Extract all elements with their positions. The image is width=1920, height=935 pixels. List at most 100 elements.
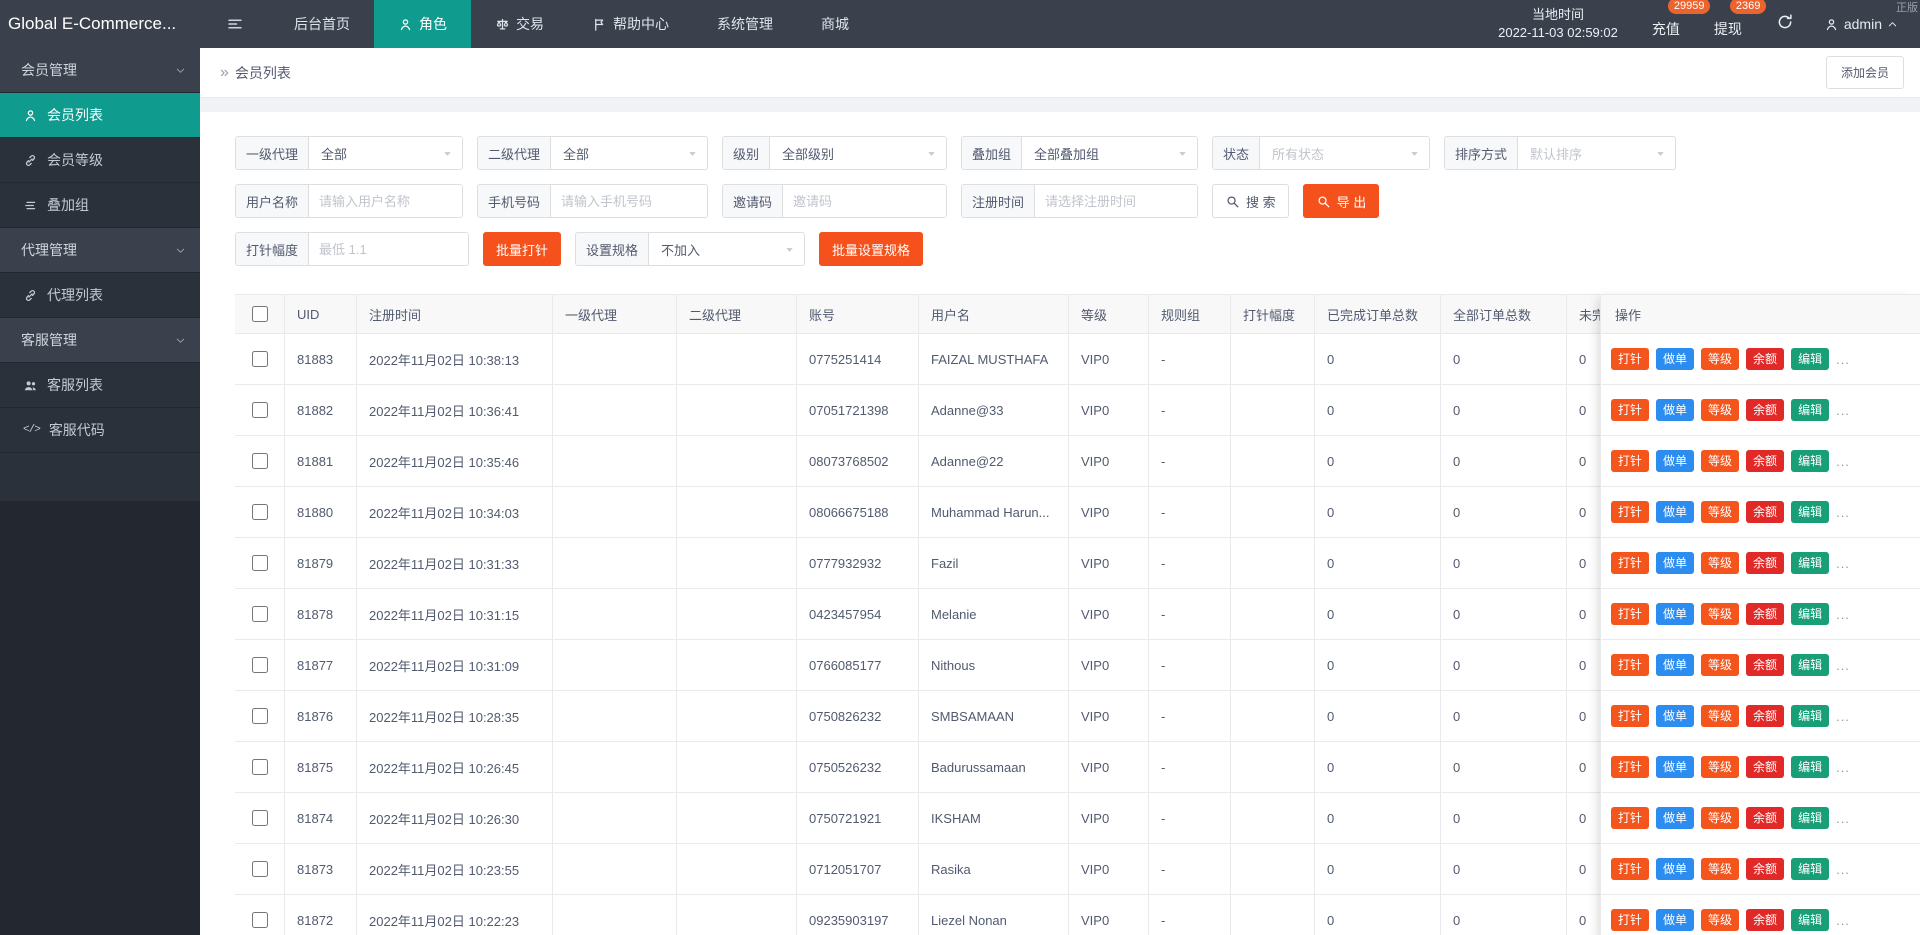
more-actions-button[interactable]: ... <box>1836 403 1850 418</box>
action-button-2[interactable]: 等级 <box>1701 807 1739 829</box>
action-button-2[interactable]: 等级 <box>1701 654 1739 676</box>
more-actions-button[interactable]: ... <box>1836 913 1850 928</box>
more-actions-button[interactable]: ... <box>1836 556 1850 571</box>
action-button-4[interactable]: 编辑 <box>1791 858 1829 880</box>
action-button-0[interactable]: 打针 <box>1611 654 1649 676</box>
action-button-1[interactable]: 做单 <box>1656 909 1694 931</box>
row-checkbox[interactable] <box>252 453 268 469</box>
filter-input-field[interactable] <box>1035 185 1197 217</box>
action-button-3[interactable]: 余额 <box>1746 705 1784 727</box>
sidebar-item-1[interactable]: 会员列表 <box>0 93 200 138</box>
nav-item-3[interactable]: 帮助中心 <box>568 0 693 48</box>
sidebar-toggle-button[interactable] <box>200 0 270 48</box>
batch-inject-button[interactable]: 批量打针 <box>483 232 561 266</box>
action-button-0[interactable]: 打针 <box>1611 501 1649 523</box>
row-checkbox[interactable] <box>252 759 268 775</box>
export-button[interactable]: 导 出 <box>1303 184 1380 218</box>
action-button-4[interactable]: 编辑 <box>1791 501 1829 523</box>
action-button-0[interactable]: 打针 <box>1611 807 1649 829</box>
action-button-2[interactable]: 等级 <box>1701 348 1739 370</box>
action-button-3[interactable]: 余额 <box>1746 858 1784 880</box>
action-button-3[interactable]: 余额 <box>1746 450 1784 472</box>
action-button-0[interactable]: 打针 <box>1611 450 1649 472</box>
filter-select-value[interactable]: 全部级别 <box>770 137 926 169</box>
sidebar-item-2[interactable]: 会员等级 <box>0 138 200 183</box>
row-checkbox[interactable] <box>252 657 268 673</box>
nav-item-1[interactable]: 角色 <box>374 0 471 48</box>
action-button-4[interactable]: 编辑 <box>1791 909 1829 931</box>
action-button-0[interactable]: 打针 <box>1611 705 1649 727</box>
search-button[interactable]: 搜 索 <box>1212 184 1289 218</box>
action-button-4[interactable]: 编辑 <box>1791 756 1829 778</box>
action-button-0[interactable]: 打针 <box>1611 399 1649 421</box>
action-button-1[interactable]: 做单 <box>1656 450 1694 472</box>
action-button-1[interactable]: 做单 <box>1656 807 1694 829</box>
action-button-4[interactable]: 编辑 <box>1791 450 1829 472</box>
row-checkbox[interactable] <box>252 504 268 520</box>
filter-select-value[interactable]: 所有状态 <box>1260 137 1409 169</box>
action-button-4[interactable]: 编辑 <box>1791 348 1829 370</box>
filter-select-value[interactable]: 全部叠加组 <box>1022 137 1177 169</box>
action-button-0[interactable]: 打针 <box>1611 348 1649 370</box>
action-button-0[interactable]: 打针 <box>1611 858 1649 880</box>
row-checkbox[interactable] <box>252 810 268 826</box>
nav-item-4[interactable]: 系统管理 <box>693 0 797 48</box>
action-button-3[interactable]: 余额 <box>1746 399 1784 421</box>
action-button-4[interactable]: 编辑 <box>1791 603 1829 625</box>
row-checkbox[interactable] <box>252 555 268 571</box>
sidebar-item-8[interactable]: </>客服代码 <box>0 408 200 453</box>
action-button-3[interactable]: 余额 <box>1746 348 1784 370</box>
action-button-4[interactable]: 编辑 <box>1791 552 1829 574</box>
more-actions-button[interactable]: ... <box>1836 760 1850 775</box>
admin-menu[interactable]: admin <box>1824 16 1898 32</box>
action-button-1[interactable]: 做单 <box>1656 348 1694 370</box>
sidebar-item-4[interactable]: 代理管理 <box>0 228 200 273</box>
more-actions-button[interactable]: ... <box>1836 862 1850 877</box>
row-checkbox[interactable] <box>252 861 268 877</box>
more-actions-button[interactable]: ... <box>1836 454 1850 469</box>
refresh-button[interactable] <box>1776 13 1794 36</box>
action-button-2[interactable]: 等级 <box>1701 756 1739 778</box>
more-actions-button[interactable]: ... <box>1836 658 1850 673</box>
add-member-button[interactable]: 添加会员 <box>1826 56 1904 89</box>
action-button-0[interactable]: 打针 <box>1611 909 1649 931</box>
action-button-0[interactable]: 打针 <box>1611 603 1649 625</box>
action-button-4[interactable]: 编辑 <box>1791 705 1829 727</box>
nav-item-5[interactable]: 商城 <box>797 0 873 48</box>
action-button-3[interactable]: 余额 <box>1746 501 1784 523</box>
action-button-2[interactable]: 等级 <box>1701 603 1739 625</box>
action-button-2[interactable]: 等级 <box>1701 909 1739 931</box>
action-button-1[interactable]: 做单 <box>1656 756 1694 778</box>
filter-select-value[interactable]: 默认排序 <box>1518 137 1655 169</box>
sidebar-item-3[interactable]: 叠加组 <box>0 183 200 228</box>
action-button-3[interactable]: 余额 <box>1746 909 1784 931</box>
row-checkbox[interactable] <box>252 606 268 622</box>
action-button-2[interactable]: 等级 <box>1701 501 1739 523</box>
filter-input-field[interactable] <box>783 185 946 217</box>
action-button-1[interactable]: 做单 <box>1656 399 1694 421</box>
spec-value[interactable]: 不加入 <box>649 233 784 265</box>
batch-spec-button[interactable]: 批量设置规格 <box>819 232 923 266</box>
action-button-2[interactable]: 等级 <box>1701 552 1739 574</box>
action-button-1[interactable]: 做单 <box>1656 858 1694 880</box>
action-button-3[interactable]: 余额 <box>1746 654 1784 676</box>
action-button-1[interactable]: 做单 <box>1656 603 1694 625</box>
action-button-2[interactable]: 等级 <box>1701 450 1739 472</box>
row-checkbox[interactable] <box>252 402 268 418</box>
sidebar-item-7[interactable]: 客服列表 <box>0 363 200 408</box>
action-button-0[interactable]: 打针 <box>1611 756 1649 778</box>
action-button-4[interactable]: 编辑 <box>1791 807 1829 829</box>
more-actions-button[interactable]: ... <box>1836 607 1850 622</box>
action-button-3[interactable]: 余额 <box>1746 552 1784 574</box>
recharge-button[interactable]: 充值 29959 <box>1652 19 1680 48</box>
action-button-2[interactable]: 等级 <box>1701 705 1739 727</box>
action-button-1[interactable]: 做单 <box>1656 552 1694 574</box>
action-button-0[interactable]: 打针 <box>1611 552 1649 574</box>
action-button-2[interactable]: 等级 <box>1701 858 1739 880</box>
action-button-1[interactable]: 做单 <box>1656 705 1694 727</box>
action-button-3[interactable]: 余额 <box>1746 756 1784 778</box>
row-checkbox[interactable] <box>252 351 268 367</box>
filter-input-field[interactable] <box>551 185 707 217</box>
action-button-3[interactable]: 余额 <box>1746 603 1784 625</box>
injection-range-input[interactable] <box>309 233 468 265</box>
